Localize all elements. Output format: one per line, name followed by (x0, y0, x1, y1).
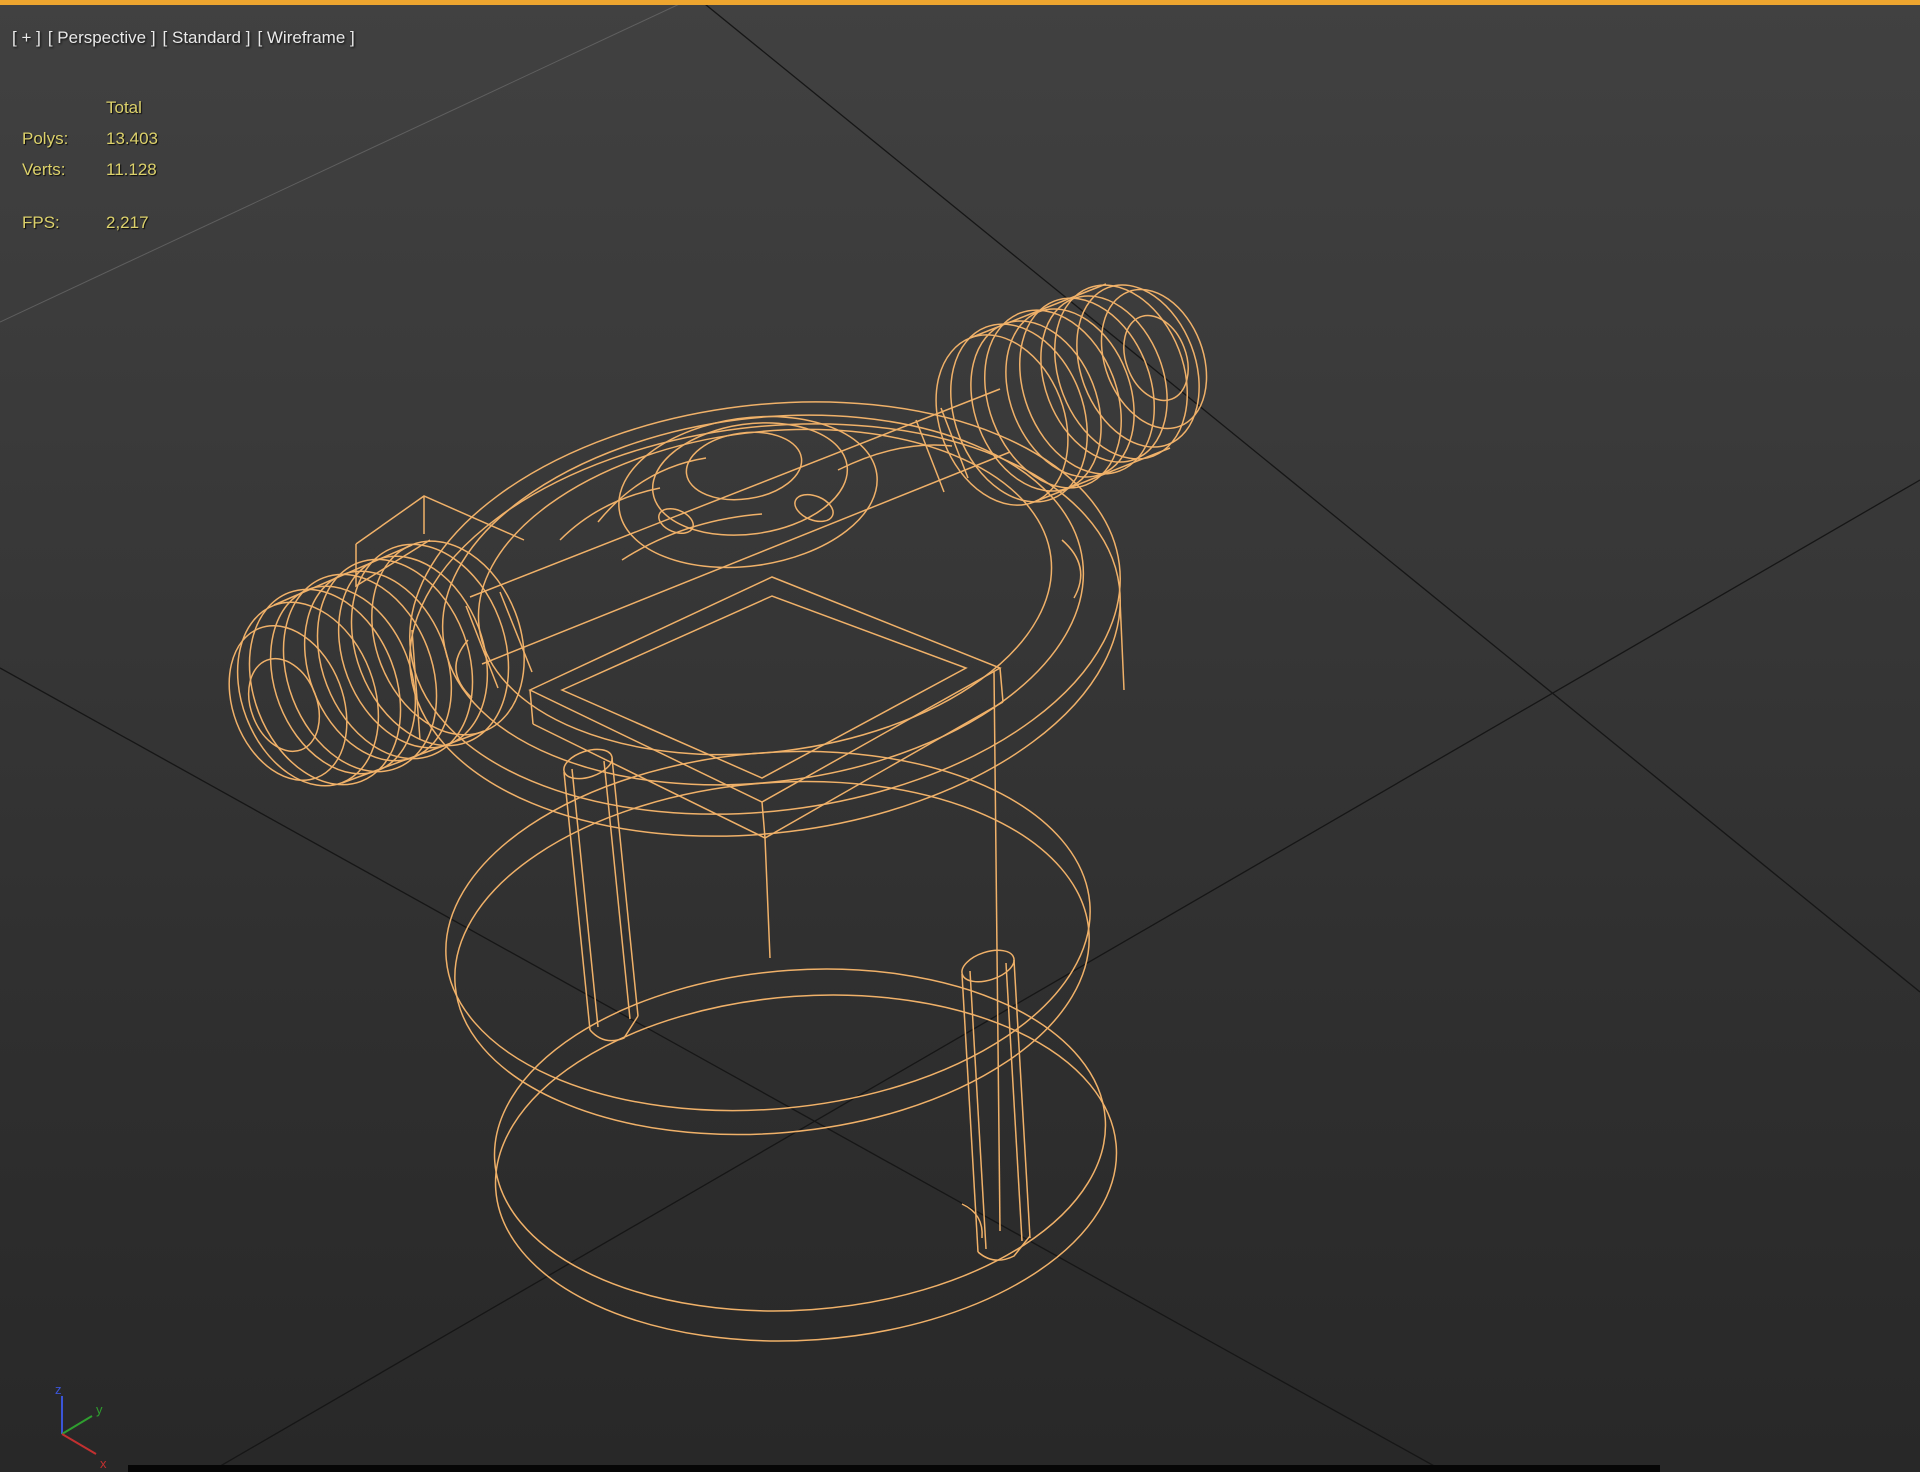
statistics-fps-row: FPS: 2,217 (22, 207, 158, 238)
active-viewport-border (0, 0, 1920, 5)
viewport-pov-menu[interactable]: [ Perspective ] (48, 28, 156, 48)
y-axis-label: y (96, 1402, 103, 1417)
fps-label: FPS: (22, 213, 60, 232)
verts-label: Verts: (22, 160, 66, 179)
statistics-overlay: Total Polys: 13.403 Verts: 11.128 FPS: 2… (22, 92, 158, 238)
viewport-label: [ + ] [ Perspective ] [ Standard ] [ Wir… (12, 28, 355, 48)
statistics-header-row: Total (22, 92, 158, 123)
perspective-viewport[interactable]: [ + ] [ Perspective ] [ Standard ] [ Wir… (0, 0, 1920, 1472)
x-axis-label: x (100, 1456, 107, 1471)
viewport-general-menu[interactable]: [ + ] (12, 28, 41, 48)
x-axis-line (61, 1433, 97, 1455)
home-grid (0, 0, 1920, 1472)
polys-label: Polys: (22, 129, 69, 148)
viewport-shading-menu[interactable]: [ Wireframe ] (257, 28, 354, 48)
statistics-polys-row: Polys: 13.403 (22, 123, 158, 154)
world-axis-tripod: z y x (55, 1382, 107, 1471)
z-axis-label: z (55, 1382, 62, 1397)
polys-value: 13.403 (106, 129, 158, 148)
y-axis-line (61, 1415, 93, 1435)
bottom-edge-strip (128, 1465, 1660, 1472)
wireframe-model (228, 283, 1208, 1342)
verts-value: 11.128 (106, 160, 157, 179)
statistics-column-header: Total (106, 98, 142, 117)
scene-canvas[interactable] (0, 0, 1920, 1472)
viewport-render-preset-menu[interactable]: [ Standard ] (163, 28, 251, 48)
statistics-verts-row: Verts: 11.128 (22, 154, 158, 185)
fps-value: 2,217 (106, 213, 149, 232)
